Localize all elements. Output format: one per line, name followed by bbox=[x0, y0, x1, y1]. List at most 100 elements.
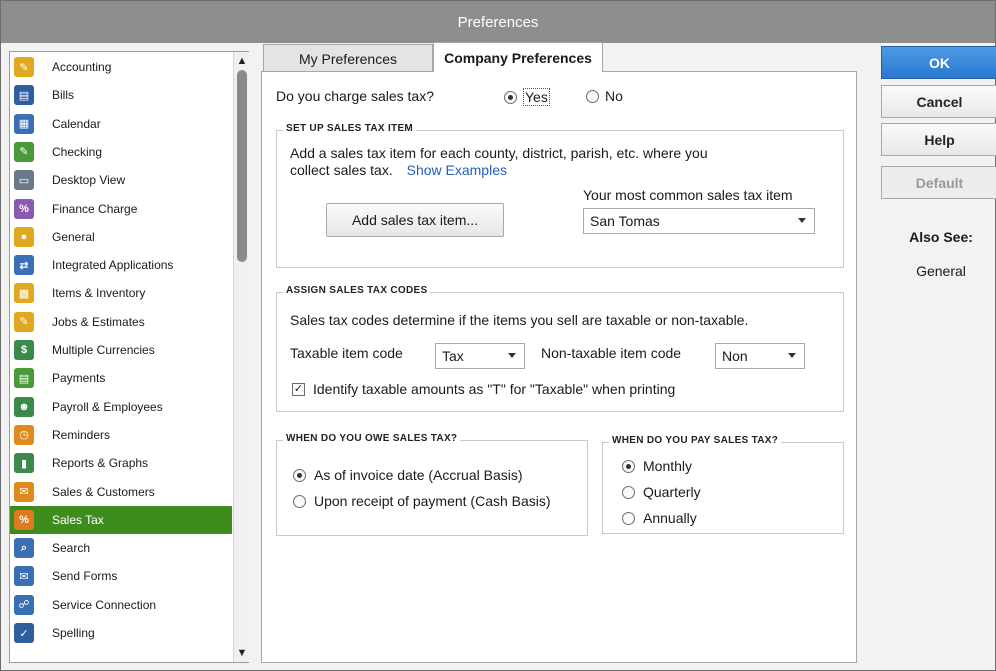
checking-icon: ✎ bbox=[14, 141, 34, 162]
sidebar-item-label: Reminders bbox=[52, 427, 111, 442]
sidebar-item-jobs-estimates[interactable]: ✎ Jobs & Estimates bbox=[10, 308, 232, 336]
sidebar-item-label: Search bbox=[52, 541, 91, 556]
sidebar-scrollbar[interactable]: ▲ ▼ bbox=[233, 52, 249, 662]
pay-quarterly-radio-icon bbox=[622, 485, 635, 499]
owe-cash-label: Upon receipt of payment (Cash Basis) bbox=[314, 493, 551, 509]
sidebar-item-payments[interactable]: ▤ Payments bbox=[10, 364, 232, 392]
sidebar-item-checking[interactable]: ✎ Checking bbox=[10, 138, 232, 166]
identify-taxable-checkbox[interactable]: ✓ Identify taxable amounts as "T" for "T… bbox=[292, 381, 675, 397]
sidebar-item-send-forms[interactable]: ✉ Send Forms bbox=[10, 562, 232, 590]
chevron-down-icon bbox=[508, 353, 516, 358]
common-item-value: San Tomas bbox=[590, 213, 660, 229]
sidebar-item-label: Multiple Currencies bbox=[52, 343, 155, 357]
pay-sales-tax-group: WHEN DO YOU PAY SALES TAX? Monthly Quart… bbox=[602, 435, 844, 534]
tab-company-preferences[interactable]: Company Preferences bbox=[433, 42, 603, 72]
nontaxable-code-label: Non-taxable item code bbox=[541, 345, 682, 361]
finance-charge-icon: % bbox=[14, 198, 34, 219]
reminders-icon: ◷ bbox=[14, 424, 34, 445]
calendar-icon: ▦ bbox=[14, 113, 34, 134]
owe-cash-radio-icon bbox=[293, 494, 306, 508]
payments-icon: ▤ bbox=[14, 368, 34, 389]
sidebar-item-label: Reports & Graphs bbox=[52, 456, 149, 471]
sidebar-item-bills[interactable]: ▤ Bills bbox=[10, 81, 232, 109]
company-preferences-panel: Do you charge sales tax? Yes No SET UP S… bbox=[261, 71, 857, 663]
scroll-down-arrow-icon[interactable]: ▼ bbox=[236, 646, 248, 660]
sidebar-item-integrated-applications[interactable]: ⇄ Integrated Applications bbox=[10, 251, 232, 279]
accounting-icon: ✎ bbox=[14, 57, 34, 77]
sidebar-item-general[interactable]: ● General bbox=[10, 223, 232, 251]
common-item-label: Your most common sales tax item bbox=[583, 187, 793, 203]
sidebar-item-payroll-employees[interactable]: ☻ Payroll & Employees bbox=[10, 393, 232, 421]
sidebar-item-label: Calendar bbox=[52, 116, 101, 131]
pay-quarterly-label: Quarterly bbox=[643, 484, 701, 500]
sidebar-item-label: Integrated Applications bbox=[52, 258, 174, 273]
tab-my-preferences-label: My Preferences bbox=[298, 50, 398, 67]
nontaxable-code-select[interactable]: Non bbox=[715, 343, 805, 369]
taxable-code-label: Taxable item code bbox=[290, 345, 403, 361]
sidebar-item-label: Send Forms bbox=[52, 569, 118, 584]
sidebar-item-accounting[interactable]: ✎ Accounting bbox=[10, 53, 232, 81]
tab-my-preferences[interactable]: My Preferences bbox=[263, 44, 433, 72]
sidebar-item-sales-customers[interactable]: ✉ Sales & Customers bbox=[10, 478, 232, 506]
sidebar-item-sales-tax[interactable]: % Sales Tax bbox=[10, 505, 232, 534]
owe-option-cash[interactable]: Upon receipt of payment (Cash Basis) bbox=[293, 493, 551, 509]
pay-option-monthly[interactable]: Monthly bbox=[622, 458, 692, 474]
identify-taxable-label: Identify taxable amounts as "T" for "Tax… bbox=[313, 381, 676, 397]
sidebar-item-reports-graphs[interactable]: ▮ Reports & Graphs bbox=[10, 449, 232, 477]
common-item-select[interactable]: San Tomas bbox=[583, 208, 815, 234]
taxable-code-value: Tax bbox=[442, 348, 464, 364]
pay-group-title: WHEN DO YOU PAY SALES TAX? bbox=[609, 435, 782, 446]
sidebar-item-items-inventory[interactable]: ▩ Items & Inventory bbox=[10, 279, 232, 307]
setup-desc-line2: collect sales tax. bbox=[290, 162, 393, 178]
sidebar-item-desktop-view[interactable]: ▭ Desktop View bbox=[10, 166, 232, 194]
also-see-general-link[interactable]: General bbox=[885, 263, 996, 279]
add-sales-tax-item-button[interactable]: Add sales tax item... bbox=[326, 203, 504, 237]
charge-yes-label: Yes bbox=[523, 88, 550, 106]
setup-desc-line2-wrap: collect sales tax. Show Examples bbox=[290, 162, 708, 179]
default-button[interactable]: Default bbox=[881, 166, 996, 199]
sidebar-item-spelling[interactable]: ✓ Spelling bbox=[10, 619, 232, 647]
preferences-window: Preferences ✎ Accounting ▤ Bills ▦ Calendar ✎ C… bbox=[0, 0, 996, 671]
setup-desc-line1: Add a sales tax item for each county, di… bbox=[290, 145, 708, 161]
ok-button[interactable]: OK bbox=[881, 46, 996, 79]
nontaxable-code-value: Non bbox=[722, 348, 748, 364]
sidebar-item-label: Bills bbox=[52, 88, 75, 103]
sidebar-item-finance-charge[interactable]: % Finance Charge bbox=[10, 195, 232, 223]
sidebar-item-label: Payroll & Employees bbox=[52, 399, 163, 414]
setup-group-title: SET UP SALES TAX ITEM bbox=[283, 123, 417, 134]
sidebar-item-multiple-currencies[interactable]: $ Multiple Currencies bbox=[10, 336, 232, 364]
sidebar-item-label: Checking bbox=[52, 144, 103, 159]
pay-monthly-label: Monthly bbox=[643, 458, 693, 474]
scroll-thumb[interactable] bbox=[237, 70, 247, 262]
owe-group-title: WHEN DO YOU OWE SALES TAX? bbox=[283, 433, 461, 444]
charge-no-radio[interactable]: No bbox=[586, 88, 623, 104]
sidebar-item-label: Accounting bbox=[52, 60, 112, 74]
send-forms-icon: ✉ bbox=[14, 566, 34, 587]
help-button[interactable]: Help bbox=[881, 123, 996, 156]
assign-sales-tax-codes-group: ASSIGN SALES TAX CODES Sales tax codes d… bbox=[276, 285, 844, 412]
pay-option-annually[interactable]: Annually bbox=[622, 510, 697, 526]
pay-monthly-radio-icon bbox=[622, 459, 635, 473]
taxable-code-select[interactable]: Tax bbox=[435, 343, 525, 369]
integrated-applications-icon: ⇄ bbox=[14, 255, 34, 276]
owe-sales-tax-group: WHEN DO YOU OWE SALES TAX? As of invoice… bbox=[276, 433, 588, 536]
preferences-sidebar: ✎ Accounting ▤ Bills ▦ Calendar ✎ Checking ▭ Desk… bbox=[9, 51, 249, 663]
chevron-down-icon bbox=[788, 353, 796, 358]
pay-option-quarterly[interactable]: Quarterly bbox=[622, 484, 701, 500]
sidebar-item-service-connection[interactable]: ☍ Service Connection bbox=[10, 591, 232, 619]
reports-graphs-icon: ▮ bbox=[14, 453, 34, 474]
cancel-button[interactable]: Cancel bbox=[881, 85, 996, 118]
pay-annually-radio-icon bbox=[622, 511, 635, 525]
sidebar-item-calendar[interactable]: ▦ Calendar bbox=[10, 110, 232, 138]
payroll-employees-icon: ☻ bbox=[14, 396, 34, 417]
owe-accrual-radio-icon bbox=[293, 468, 306, 482]
sidebar-item-search[interactable]: ⌕ Search bbox=[10, 534, 232, 562]
charge-yes-radio[interactable]: Yes bbox=[504, 88, 550, 106]
scroll-up-arrow-icon[interactable]: ▲ bbox=[236, 54, 248, 68]
owe-option-accrual[interactable]: As of invoice date (Accrual Basis) bbox=[293, 467, 523, 483]
bills-icon: ▤ bbox=[14, 85, 34, 106]
general-icon: ● bbox=[14, 226, 34, 247]
show-examples-link[interactable]: Show Examples bbox=[407, 162, 507, 178]
desktop-view-icon: ▭ bbox=[14, 170, 34, 191]
sidebar-item-reminders[interactable]: ◷ Reminders bbox=[10, 421, 232, 449]
